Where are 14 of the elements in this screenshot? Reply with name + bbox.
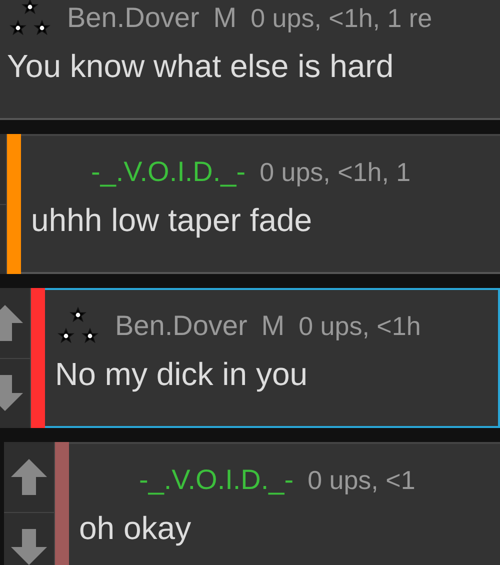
gender-label: M xyxy=(213,2,237,34)
username[interactable]: -_.V.O.I.D._- xyxy=(139,464,294,496)
comment-meta: 0 ups, <1h, 1 xyxy=(260,156,411,188)
gender-label: M xyxy=(261,310,285,342)
username[interactable]: Ben.Dover xyxy=(115,310,248,342)
comment-text: You know what else is hard xyxy=(7,48,395,85)
comment-text: oh okay xyxy=(79,510,192,547)
comment-meta: 0 ups, <1h xyxy=(298,310,421,342)
comment-text: No my dick in you xyxy=(55,356,309,393)
comment-meta: 0 ups, <1 xyxy=(308,464,416,496)
username[interactable]: Ben.Dover xyxy=(67,2,200,34)
comment-meta: 0 ups, <1h, 1 re xyxy=(250,2,432,34)
comment-text: uhhh low taper fade xyxy=(31,202,314,239)
username[interactable]: -_.V.O.I.D._- xyxy=(91,156,246,188)
